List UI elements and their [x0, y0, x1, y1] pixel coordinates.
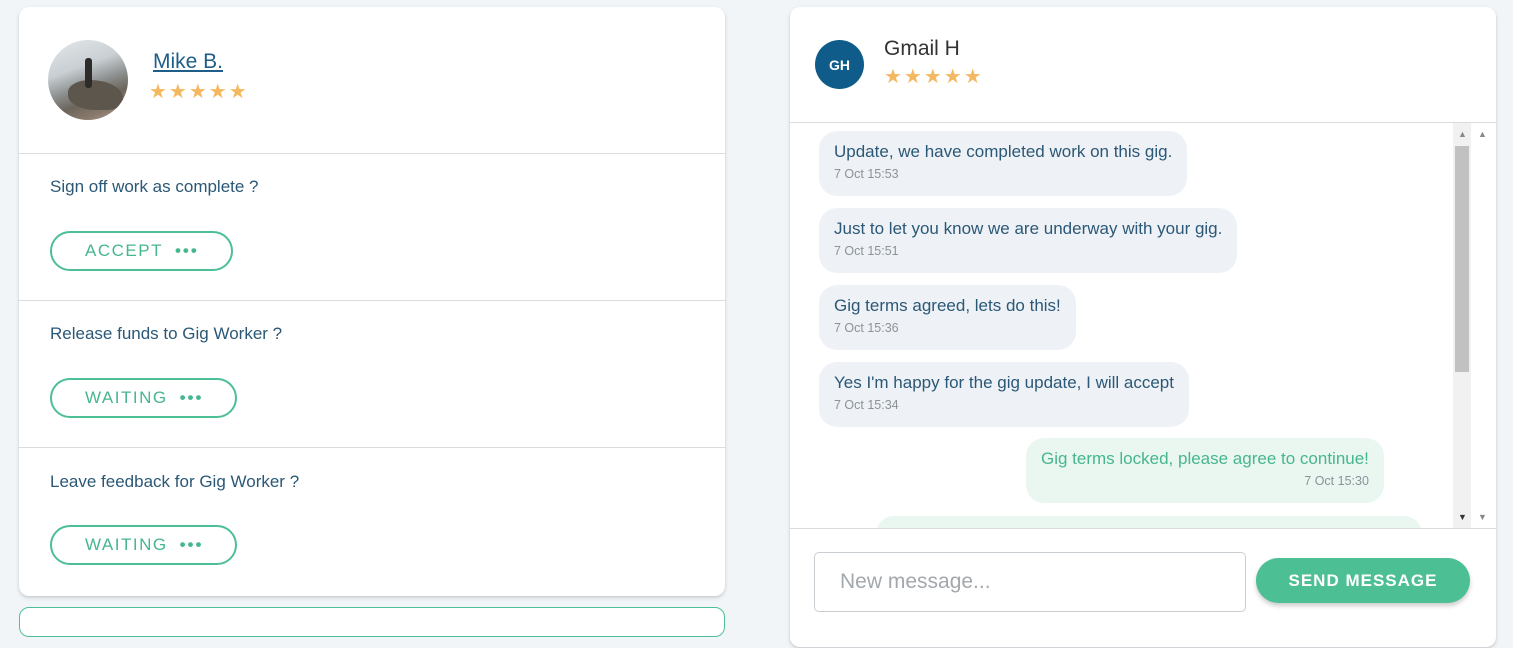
task-question: Release funds to Gig Worker ?	[50, 324, 283, 343]
message-time: 7 Oct 15:30	[1304, 474, 1369, 488]
task-release-funds: Release funds to Gig Worker ? WAITING ••…	[19, 301, 725, 448]
task-leave-feedback: Leave feedback for Gig Worker ? WAITING …	[19, 448, 725, 596]
message-bubble: Update, we have completed work on this g…	[819, 131, 1188, 196]
chat-header: GH Gmail H ★★★★★	[790, 7, 1496, 123]
accept-button[interactable]: ACCEPT •••	[50, 231, 233, 271]
task-question: Sign off work as complete ?	[50, 177, 259, 196]
next-card-peek	[19, 607, 725, 637]
message-text: Yes I'm happy for the gig update, I will…	[834, 373, 1174, 392]
message-text: Gig terms locked, please agree to contin…	[1041, 449, 1369, 468]
scroll-down-arrow-icon[interactable]: ▼	[1458, 512, 1467, 522]
gig-actions-card: Mike B. ★★★★★ Sign off work as complete …	[19, 7, 725, 596]
message-bubble: Yes I'm happy for the gig update, I will…	[819, 362, 1189, 427]
button-label: WAITING	[85, 535, 168, 554]
message-time: 7 Oct 15:51	[834, 244, 899, 258]
outer-scroll-down-arrow-icon[interactable]: ▼	[1478, 512, 1487, 522]
message-bubble-sent-partial	[876, 516, 1422, 528]
message-time: 7 Oct 15:53	[834, 167, 899, 181]
scrollbar-track[interactable]	[1453, 123, 1471, 528]
send-message-button[interactable]: SEND MESSAGE	[1256, 558, 1470, 603]
contact-rating-stars: ★★★★★	[884, 66, 984, 88]
worker-rating-stars: ★★★★★	[149, 81, 249, 103]
message-time: 7 Oct 15:36	[834, 321, 899, 335]
new-message-input[interactable]	[814, 552, 1246, 612]
chat-card: GH Gmail H ★★★★★ Update, we have complet…	[790, 7, 1496, 647]
task-sign-off: Sign off work as complete ? ACCEPT •••	[19, 154, 725, 301]
message-text: Gig terms agreed, lets do this!	[834, 296, 1061, 315]
scroll-up-arrow-icon[interactable]: ▲	[1458, 129, 1467, 139]
message-time: 7 Oct 15:34	[834, 398, 899, 412]
button-label: WAITING	[85, 388, 168, 407]
contact-avatar: GH	[815, 40, 864, 89]
waiting-button-feedback[interactable]: WAITING •••	[50, 525, 238, 565]
more-dots-icon: •••	[174, 241, 199, 260]
message-list[interactable]: Update, we have completed work on this g…	[790, 123, 1453, 528]
message-scrollbar[interactable]: ▲ ▲ ▼ ▼	[1453, 123, 1496, 528]
outer-scroll-up-arrow-icon[interactable]: ▲	[1478, 129, 1487, 139]
task-question: Leave feedback for Gig Worker ?	[50, 472, 300, 491]
contact-name: Gmail H	[884, 37, 960, 60]
message-bubble: Gig terms agreed, lets do this! 7 Oct 15…	[819, 285, 1076, 350]
message-text: Just to let you know we are underway wit…	[834, 219, 1223, 238]
message-text: Update, we have completed work on this g…	[834, 142, 1173, 161]
worker-name-link[interactable]: Mike B.	[153, 50, 223, 74]
worker-profile: Mike B. ★★★★★	[19, 7, 725, 154]
more-dots-icon: •••	[179, 388, 204, 407]
more-dots-icon: •••	[179, 535, 204, 554]
button-label: ACCEPT	[85, 241, 163, 260]
scrollbar-thumb[interactable]	[1455, 146, 1469, 372]
worker-avatar	[48, 40, 128, 120]
message-composer: SEND MESSAGE	[790, 528, 1496, 648]
message-bubble-sent: Gig terms locked, please agree to contin…	[1026, 438, 1384, 503]
waiting-button-release-funds[interactable]: WAITING •••	[50, 378, 238, 418]
message-bubble: Just to let you know we are underway wit…	[819, 208, 1238, 273]
